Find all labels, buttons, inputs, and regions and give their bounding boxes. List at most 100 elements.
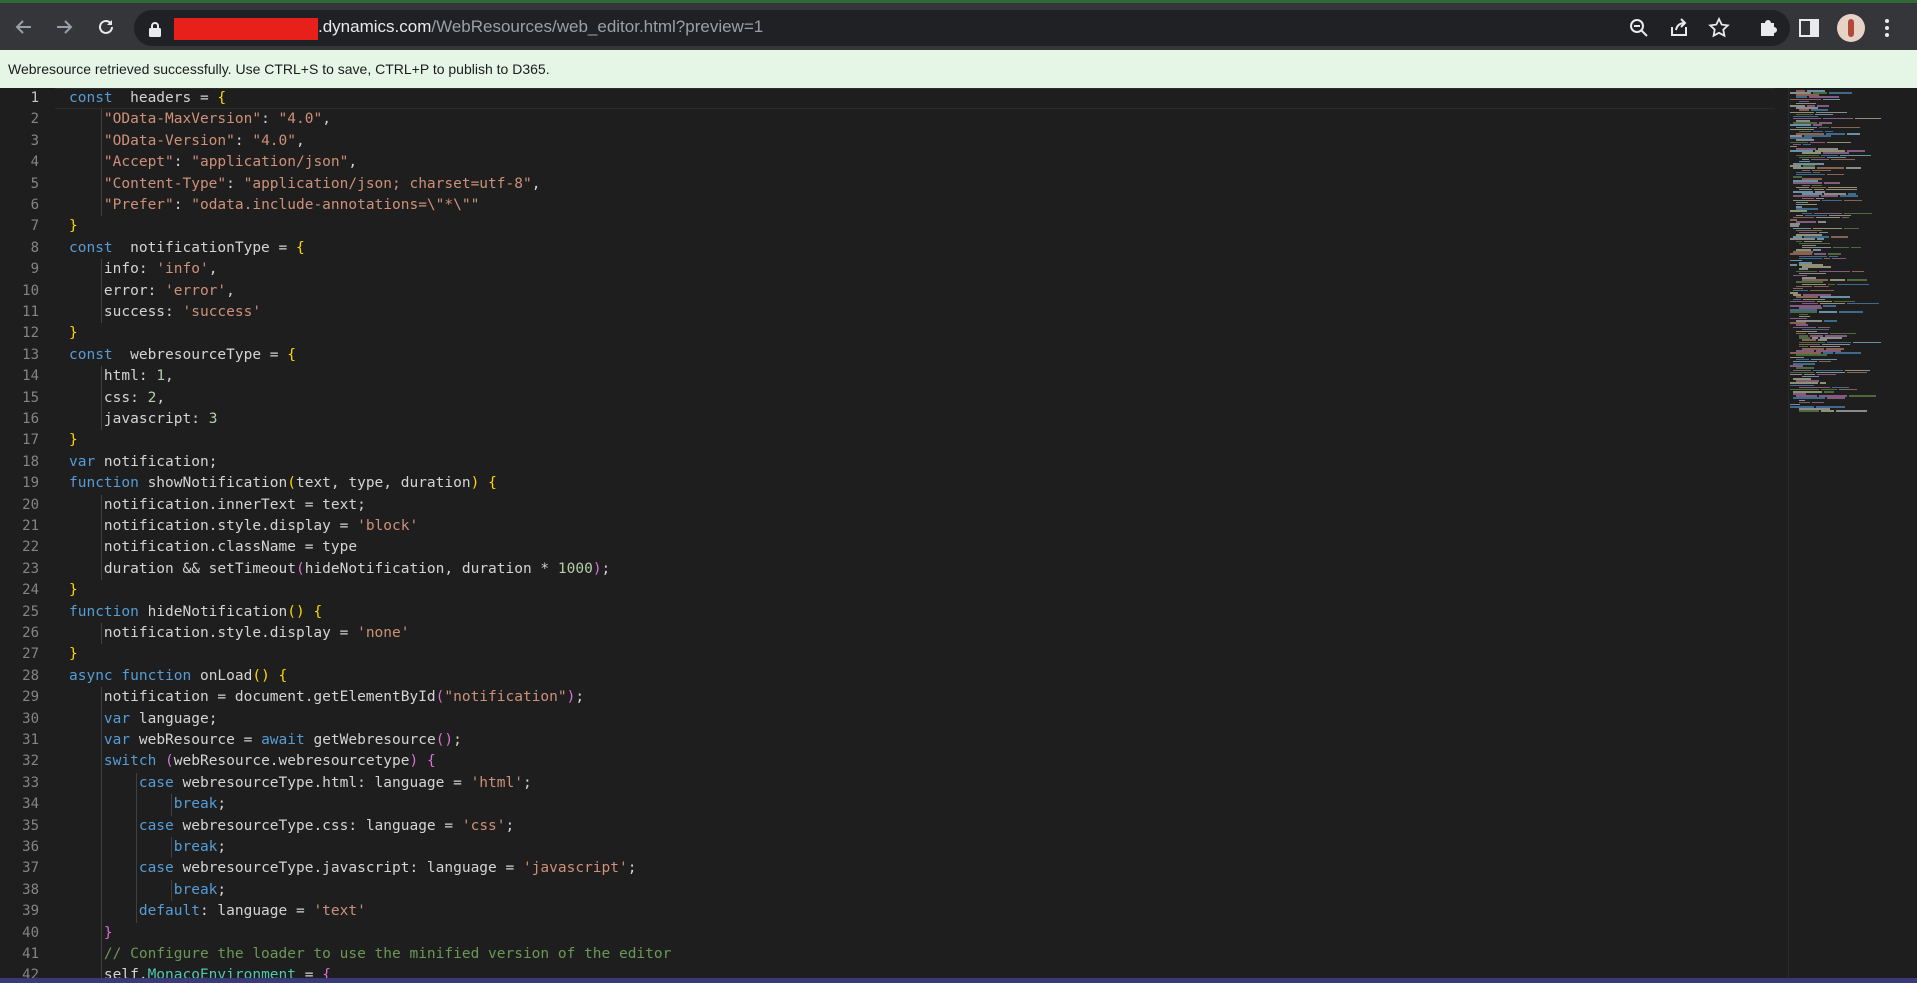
code-token: }: [69, 218, 78, 235]
code-line: case webresourceType.javascript: languag…: [69, 858, 637, 879]
code-token: hideNotification: [138, 603, 288, 620]
code-line: info: 'info',: [69, 259, 218, 280]
minimap-stroke: [1834, 352, 1862, 354]
code-token: default: [138, 903, 200, 920]
code-line: var webResource = await getWebresource()…: [69, 730, 462, 751]
minimap-stroke: [1828, 92, 1852, 94]
editor-ruler: [1788, 88, 1789, 978]
code-token: ,: [165, 368, 174, 385]
code-editor[interactable]: 1 2 3 4 5 6 7 8 9 10 11 12 13 14 15 16 17 18 19 20 21 22 23 24 2…: [0, 88, 1917, 978]
code-token: notification.style.display =: [69, 625, 358, 641]
minimap-stroke: [1839, 311, 1863, 313]
minimap-stroke: [1832, 257, 1847, 260]
code-token: self.: [69, 967, 148, 978]
line-number: 40: [22, 924, 39, 941]
minimap-stroke: [1809, 289, 1834, 292]
code-line: javascript: 3: [69, 409, 218, 430]
lock-icon[interactable]: [148, 21, 162, 37]
minimap-stroke: [1790, 373, 1802, 376]
line-number: 23: [22, 560, 39, 577]
line-number: 12: [22, 325, 39, 342]
code-token: ;: [217, 881, 227, 898]
side-panel-icon[interactable]: [1798, 17, 1820, 39]
code-token: webresourceType.css: language =: [173, 817, 462, 834]
menu-kebab-icon[interactable]: [1884, 17, 1890, 39]
code-token: ;: [575, 689, 585, 706]
line-number: 1: [30, 90, 39, 106]
extensions-icon[interactable]: [1757, 17, 1779, 39]
url-text[interactable]: .dynamics.com/WebResources/web_editor.ht…: [318, 17, 763, 37]
line-number: 39: [22, 903, 39, 920]
code-line: default: language = 'text': [69, 901, 366, 922]
code-token: 'block': [357, 518, 419, 534]
code-line: const headers = {: [69, 88, 226, 109]
code-token: html:: [69, 368, 157, 385]
minimap-stroke: [1855, 117, 1881, 120]
code-line: error: 'error',: [69, 281, 235, 302]
line-number: 37: [22, 860, 39, 877]
minimap-stroke: [1809, 141, 1825, 144]
reload-icon[interactable]: [92, 13, 120, 41]
code-line: }: [69, 580, 78, 601]
code-line: }: [69, 644, 78, 665]
line-number: 17: [22, 432, 39, 449]
code-token: notification = document.getElementById: [69, 689, 436, 706]
minimap[interactable]: [1790, 88, 1917, 978]
minimap-stroke: [1838, 388, 1857, 391]
code-line: "Content-Type": "application/json; chars…: [69, 174, 541, 195]
code-token: case: [138, 774, 174, 791]
code-token: ;: [522, 774, 532, 791]
minimap-stroke: [1793, 176, 1803, 178]
code-line: break;: [69, 837, 226, 858]
code-line: break;: [69, 794, 226, 815]
minimap-stroke: [1818, 360, 1831, 363]
line-number: 2: [30, 111, 39, 128]
code-token: {: [278, 667, 288, 684]
zoom-icon[interactable]: [1628, 17, 1650, 39]
indent-guide: [100, 623, 102, 645]
line-number: 32: [22, 753, 39, 770]
minimap-stroke: [1846, 167, 1862, 169]
code-line: var language;: [69, 709, 218, 730]
profile-avatar[interactable]: [1837, 14, 1865, 42]
browser-toolbar: .dynamics.com/WebResources/web_editor.ht…: [0, 3, 1917, 50]
code-token: ,: [156, 389, 166, 406]
minimap-stroke: [1840, 195, 1858, 197]
minimap-stroke: [1811, 158, 1830, 161]
line-number: 36: [22, 839, 39, 855]
minimap-stroke: [1817, 105, 1830, 107]
indent-guide: [100, 109, 102, 217]
code-token: :: [173, 197, 192, 213]
minimap-stroke: [1848, 395, 1876, 397]
code-token: break: [173, 881, 218, 898]
minimap-stroke: [1825, 188, 1857, 191]
bookmark-star-icon[interactable]: [1708, 17, 1730, 39]
forward-icon[interactable]: [50, 13, 78, 41]
line-number: 33: [22, 774, 39, 791]
minimap-stroke: [1823, 391, 1834, 393]
minimap-stroke: [1813, 285, 1830, 288]
minimap-stroke: [1844, 199, 1863, 202]
indent-guide: [170, 794, 172, 816]
code-token: 1000: [557, 560, 593, 577]
code-token: hideNotification, duration *: [304, 560, 558, 577]
code-token: (): [252, 667, 270, 684]
code-line: "Prefer": "odata.include-annotations=\"*…: [69, 195, 479, 216]
code-token: await: [261, 732, 305, 748]
code-token: }: [69, 582, 78, 599]
back-icon[interactable]: [10, 13, 38, 41]
code-token: 'javascript': [522, 860, 628, 877]
code-token: }: [69, 325, 78, 342]
share-icon[interactable]: [1668, 17, 1690, 39]
line-number: 11: [22, 304, 39, 320]
code-token: notification.className = type: [69, 539, 358, 556]
code-token: :: [261, 111, 279, 128]
code-token: "notification": [444, 689, 567, 706]
code-token: ,: [226, 282, 235, 299]
minimap-stroke: [1823, 320, 1838, 322]
line-number: 9: [30, 261, 39, 278]
